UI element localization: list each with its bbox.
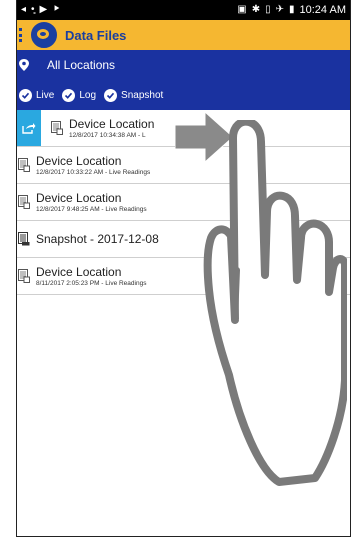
page-title: Data Files bbox=[65, 27, 127, 43]
clock: 10:24 AM bbox=[299, 4, 346, 16]
check-icon bbox=[19, 88, 32, 102]
document-icon bbox=[51, 121, 63, 135]
app-logo-icon bbox=[31, 22, 57, 48]
filter-label: Snapshot bbox=[121, 89, 164, 101]
filter-bar: Live Log Snapshot bbox=[17, 80, 350, 110]
hand-gesture-icon bbox=[203, 120, 347, 486]
location-pin-icon bbox=[19, 59, 29, 71]
check-icon bbox=[62, 88, 76, 102]
filter-label: Log bbox=[79, 89, 97, 101]
filter-snapshot[interactable]: Snapshot bbox=[104, 88, 164, 102]
signal-icon: •̥ bbox=[31, 4, 35, 15]
location-selector[interactable]: All Locations bbox=[17, 50, 350, 80]
file-title: Device Location bbox=[69, 116, 155, 131]
notification-icon: ◂ bbox=[21, 4, 27, 15]
location-label: All Locations bbox=[47, 58, 116, 72]
document-icon bbox=[18, 195, 30, 209]
file-subtitle: 12/8/2017 10:34:38 AM - L bbox=[69, 131, 146, 139]
file-title: Device Location bbox=[36, 153, 122, 168]
bluetooth-icon: ✱ bbox=[251, 4, 261, 15]
play-icon: ▶ bbox=[39, 4, 48, 15]
snapshot-document-icon bbox=[18, 232, 30, 246]
title-bar: Data Files bbox=[17, 20, 350, 50]
download-icon: ⯈ bbox=[52, 4, 61, 15]
document-icon bbox=[18, 269, 30, 283]
filter-log[interactable]: Log bbox=[62, 88, 97, 102]
check-icon bbox=[104, 88, 118, 102]
battery-icon: ▮ bbox=[289, 4, 295, 15]
file-subtitle: 12/8/2017 9:48:25 AM - Live Readings bbox=[36, 205, 147, 213]
filter-label: Live bbox=[36, 89, 55, 101]
airplane-icon: ✈ bbox=[275, 4, 284, 15]
phone-screen: ◂ •̥ ▶ ⯈ ▣ ✱ ▯ ✈ ▮ 10:24 AM Data Files A… bbox=[16, 0, 351, 537]
file-subtitle: 12/8/2017 10:33:22 AM - Live Readings bbox=[36, 168, 151, 176]
status-bar: ◂ •̥ ▶ ⯈ ▣ ✱ ▯ ✈ ▮ 10:24 AM bbox=[17, 0, 350, 20]
vibrate-icon: ▯ bbox=[265, 4, 271, 15]
share-icon[interactable] bbox=[17, 110, 41, 146]
nfc-icon: ▣ bbox=[237, 4, 247, 15]
document-icon bbox=[18, 158, 30, 172]
menu-icon[interactable] bbox=[19, 28, 27, 42]
file-title: Device Location bbox=[36, 264, 122, 279]
file-subtitle: 8/11/2017 2:05:23 PM - Live Readings bbox=[36, 279, 147, 287]
file-title: Snapshot - 2017-12-08 bbox=[36, 232, 159, 246]
file-title: Device Location bbox=[36, 190, 122, 205]
filter-live[interactable]: Live bbox=[19, 88, 55, 102]
